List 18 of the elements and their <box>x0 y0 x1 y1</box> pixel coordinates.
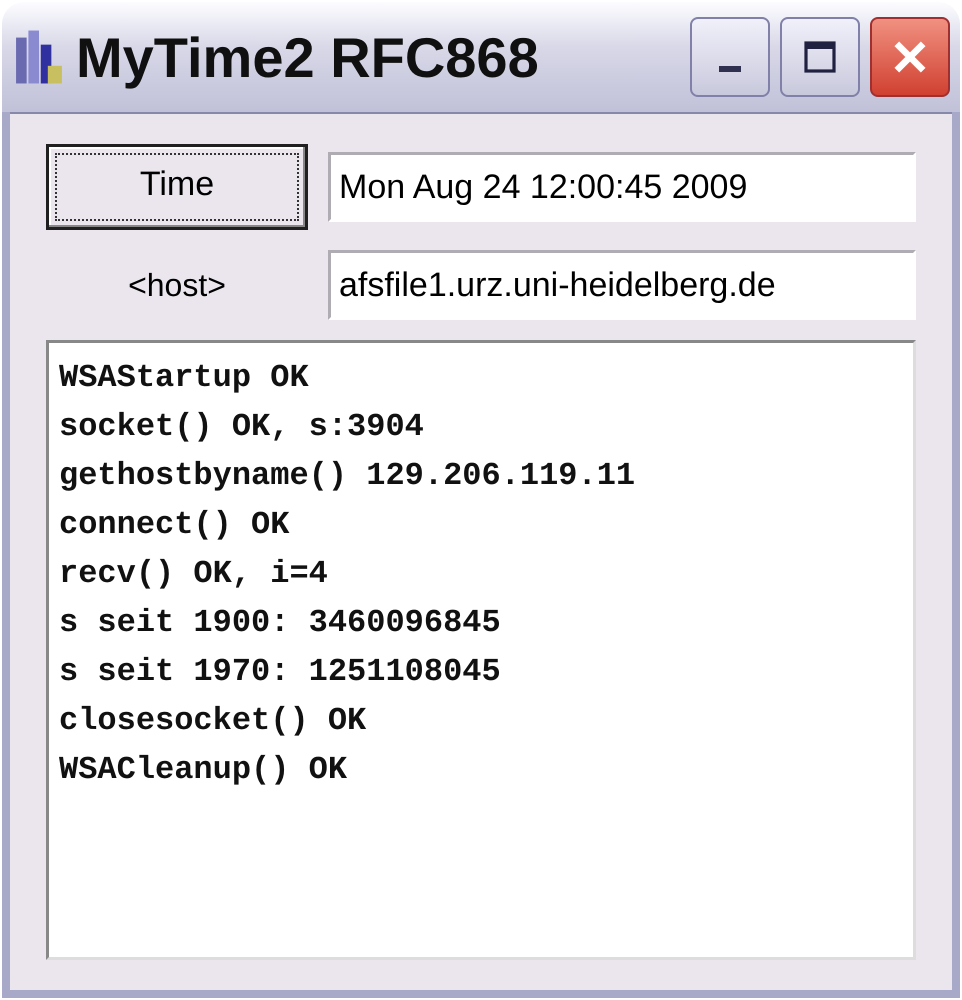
maximize-button[interactable] <box>780 17 860 97</box>
log-line: closesocket() OK <box>59 701 368 741</box>
time-button[interactable]: Time <box>46 144 308 230</box>
log-line: WSACleanup() OK <box>59 750 348 790</box>
log-line: gethostbyname() 129.206.119.11 <box>59 456 636 496</box>
log-line: WSAStartup OK <box>59 358 310 398</box>
minimize-button[interactable] <box>690 17 770 97</box>
minimize-icon <box>719 66 741 72</box>
log-line: s seit 1900: 3460096845 <box>59 603 502 643</box>
log-line: s seit 1970: 1251108045 <box>59 652 502 692</box>
log-line: connect() OK <box>59 505 290 545</box>
log-line: recv() OK, i=4 <box>59 554 329 594</box>
host-field[interactable]: afsfile1.urz.uni-heidelberg.de <box>328 250 916 320</box>
log-line: socket() OK, s:3904 <box>59 407 425 447</box>
time-field[interactable]: Mon Aug 24 12:00:45 2009 <box>328 152 916 222</box>
window-title: MyTime2 RFC868 <box>76 24 540 90</box>
close-button[interactable] <box>870 17 950 97</box>
host-label: <host> <box>127 266 227 304</box>
